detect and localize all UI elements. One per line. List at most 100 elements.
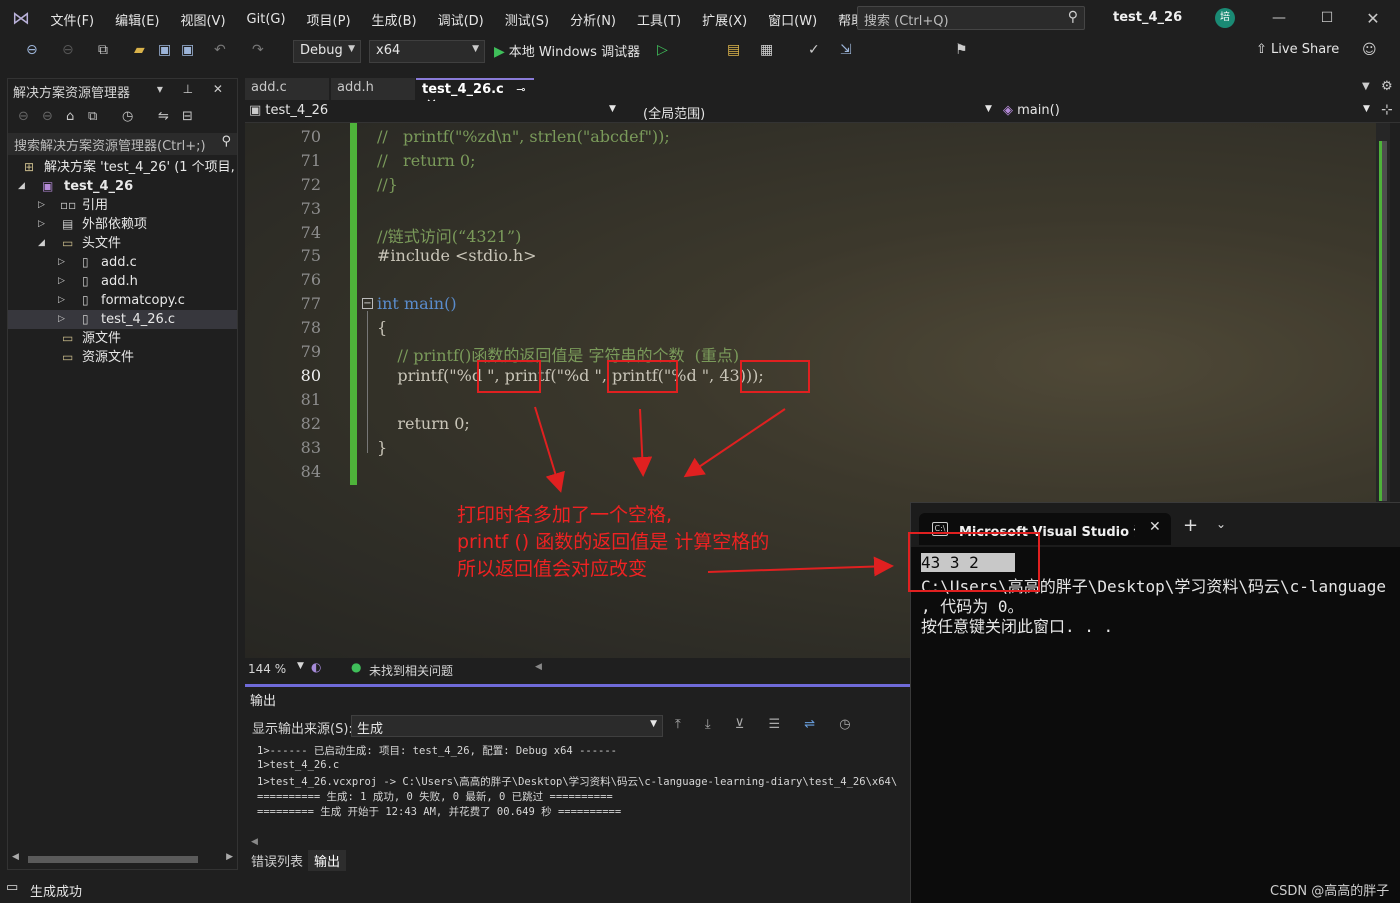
split-editor-icon[interactable]: ⊹ xyxy=(1381,102,1393,118)
clock-icon[interactable]: ◷ xyxy=(839,717,860,732)
tree-item-formatcopy-c[interactable]: ▷ ▯ formatcopy.c xyxy=(8,291,237,310)
forward-icon[interactable]: ⊖ xyxy=(42,109,53,124)
tree-item-header-files[interactable]: ◢ ▭ 头文件 xyxy=(8,234,237,253)
scope-dropdown[interactable]: (全局范围) ▼ xyxy=(643,103,993,122)
tree-item-project[interactable]: ◢ ▣ test_4_26 xyxy=(8,177,237,196)
tab-output[interactable]: 输出 xyxy=(308,850,347,871)
minimize-icon[interactable]: — xyxy=(1268,6,1290,30)
step-icon[interactable]: ⇲ xyxy=(840,42,852,58)
pin-icon[interactable]: ⊸ xyxy=(516,83,525,96)
open-folder-icon[interactable]: ▰ xyxy=(134,42,145,58)
scroll-left-icon[interactable]: ◀ xyxy=(535,662,542,672)
debug-console-window[interactable]: C:\ Microsoft Visual Studio 调试控制台 ✕ + ⌄ … xyxy=(908,502,1400,903)
chevron-down-icon[interactable]: ▼ xyxy=(297,661,304,671)
tab-add-c[interactable]: add.c xyxy=(245,78,329,100)
nav-scope-value: (全局范围) xyxy=(643,107,706,122)
tab-error-list[interactable]: 错误列表 xyxy=(245,850,309,871)
word-wrap-icon[interactable]: ⇌ xyxy=(804,717,825,732)
collapsed-arrow-icon[interactable]: ▷ xyxy=(58,253,65,272)
collapsed-arrow-icon[interactable]: ▷ xyxy=(58,310,65,329)
save-all-icon[interactable]: ▣ xyxy=(181,42,194,58)
spellcheck-icon[interactable]: ✓ xyxy=(808,42,820,58)
tree-item-resource-files[interactable]: ▭ 资源文件 xyxy=(8,348,237,367)
tab-list-dropdown-icon[interactable]: ▼ xyxy=(1362,81,1370,92)
zoom-level[interactable]: 144 % xyxy=(248,662,286,676)
tab-add-h[interactable]: add.h xyxy=(331,78,415,100)
menu-file[interactable]: 文件(F) xyxy=(40,10,105,29)
menu-tools[interactable]: 工具(T) xyxy=(627,10,692,29)
clear-all-icon[interactable]: ⊻ xyxy=(735,717,755,732)
home-icon[interactable]: ⌂ xyxy=(66,109,74,124)
close-icon[interactable]: ✕ xyxy=(1362,6,1384,30)
layout-icon[interactable]: ▦ xyxy=(760,42,773,58)
new-item-icon[interactable]: ⧉ xyxy=(98,42,108,58)
collapsed-arrow-icon[interactable]: ▷ xyxy=(58,291,65,310)
menu-project[interactable]: 项目(P) xyxy=(296,10,361,29)
chevron-down-icon[interactable]: ⌄ xyxy=(1216,517,1226,531)
scroll-right-icon[interactable]: ▶ xyxy=(226,852,233,862)
save-icon[interactable]: ▣ xyxy=(158,42,171,58)
close-icon[interactable]: ✕ xyxy=(1149,519,1161,535)
menu-test[interactable]: 测试(S) xyxy=(494,10,559,29)
back-icon[interactable]: ⊖ xyxy=(26,42,38,58)
issues-status[interactable]: 未找到相关问题 xyxy=(369,662,453,679)
platform-dropdown[interactable]: x64 ▼ xyxy=(369,40,485,63)
search-input[interactable]: 搜索 (Ctrl+Q) ⚲ xyxy=(857,6,1085,30)
new-tab-icon[interactable]: + xyxy=(1183,515,1198,536)
tree-item-add-h[interactable]: ▷ ▯ add.h xyxy=(8,272,237,291)
start-debugging-button[interactable]: ▶ 本地 Windows 调试器 xyxy=(494,41,640,60)
expanded-arrow-icon[interactable]: ◢ xyxy=(18,177,25,196)
solution-search-input[interactable]: 搜索解决方案资源管理器(Ctrl+;) ⚲ xyxy=(8,133,237,155)
maximize-icon[interactable]: ☐ xyxy=(1316,6,1338,30)
tree-item-solution[interactable]: ⊞ 解决方案 'test_4_26' (1 个项目, 共 xyxy=(8,158,237,177)
back-icon[interactable]: ⊖ xyxy=(18,109,29,124)
menu-view[interactable]: 视图(V) xyxy=(170,10,236,29)
function-dropdown[interactable]: ◈ main() ▼ xyxy=(1003,103,1373,118)
tree-item-references[interactable]: ▷ ▫▫ 引用 xyxy=(8,196,237,215)
collapsed-arrow-icon[interactable]: ▷ xyxy=(38,215,45,234)
tab-test-4-26-c[interactable]: test_4_26.c ⊸ ✕ xyxy=(416,78,534,112)
clear-icon[interactable]: ☰ xyxy=(768,717,790,732)
project-dropdown[interactable]: ▣ test_4_26 ▼ xyxy=(249,103,619,118)
bookmark-icon[interactable]: ⚑ xyxy=(955,42,968,58)
config-dropdown[interactable]: Debug ▼ xyxy=(293,40,361,63)
collapse-all-icon[interactable]: ⊟ xyxy=(182,109,193,124)
scroll-left-icon[interactable]: ◀ xyxy=(12,852,19,862)
folder-icon[interactable]: ▤ xyxy=(727,42,740,58)
menu-bar: ⋈ 文件(F) 编辑(E) 视图(V) Git(G) 项目(P) 生成(B) 调… xyxy=(0,0,1400,38)
switch-views-icon[interactable]: ⧉ xyxy=(88,109,97,124)
tree-item-source-files[interactable]: ▭ 源文件 xyxy=(8,329,237,348)
start-without-debugging-icon[interactable]: ▷ xyxy=(657,42,668,58)
scrollbar-thumb[interactable] xyxy=(28,856,198,863)
feedback-icon[interactable]: ☺ xyxy=(1362,42,1377,58)
avatar[interactable]: 培 xyxy=(1215,8,1235,28)
panel-controls[interactable]: ▾ ⊥ ✕ xyxy=(157,82,231,96)
goto-prev-icon[interactable]: ⤒ xyxy=(675,717,691,732)
undo-icon[interactable]: ↶ xyxy=(214,42,226,58)
gear-icon[interactable]: ⚙ xyxy=(1381,79,1393,94)
horizontal-scrollbar[interactable]: ◀ ▶ xyxy=(12,852,233,866)
tree-item-external-deps[interactable]: ▷ ▤ 外部依赖项 xyxy=(8,215,237,234)
collapsed-arrow-icon[interactable]: ▷ xyxy=(38,196,45,215)
redo-icon[interactable]: ↷ xyxy=(252,42,264,58)
menu-analyze[interactable]: 分析(N) xyxy=(560,10,627,29)
output-source-dropdown[interactable]: 生成 ▼ xyxy=(351,715,663,737)
history-icon[interactable]: ◷ xyxy=(122,109,133,124)
menu-debug[interactable]: 调试(D) xyxy=(427,10,494,29)
menu-edit[interactable]: 编辑(E) xyxy=(105,10,170,29)
tree-item-test-4-26-c[interactable]: ▷ ▯ test_4_26.c xyxy=(8,310,237,329)
menu-extensions[interactable]: 扩展(X) xyxy=(692,10,758,29)
menu-window[interactable]: 窗口(W) xyxy=(758,10,828,29)
code-cleanup-icon[interactable]: ◐ xyxy=(311,660,321,674)
tree-item-add-c[interactable]: ▷ ▯ add.c xyxy=(8,253,237,272)
forward-icon[interactable]: ⊖ xyxy=(62,42,74,58)
solution-explorer: 解决方案资源管理器 ▾ ⊥ ✕ ⊖ ⊖ ⌂ ⧉ ◷ ⇋ ⊟ 搜索解决方案资源管理… xyxy=(7,78,238,870)
menu-git[interactable]: Git(G) xyxy=(236,12,296,27)
scroll-left-icon[interactable]: ◀ xyxy=(251,837,258,847)
menu-build[interactable]: 生成(B) xyxy=(361,10,427,29)
goto-next-icon[interactable]: ⤓ xyxy=(705,717,721,732)
live-share-button[interactable]: ⇧ Live Share xyxy=(1256,42,1339,57)
collapsed-arrow-icon[interactable]: ▷ xyxy=(58,272,65,291)
sync-icon[interactable]: ⇋ xyxy=(158,109,169,124)
expanded-arrow-icon[interactable]: ◢ xyxy=(38,234,45,253)
